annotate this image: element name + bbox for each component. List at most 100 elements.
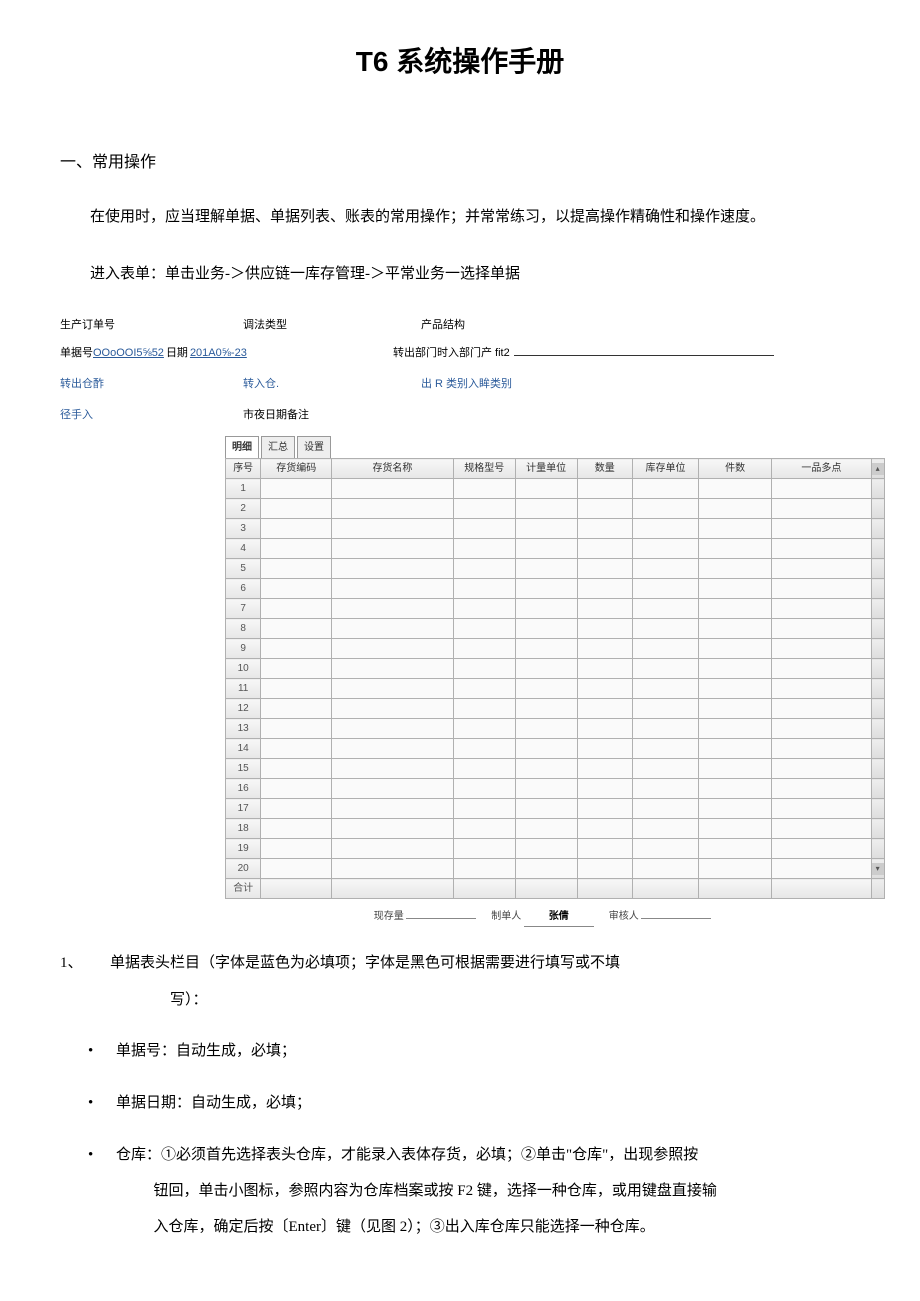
- grid-cell[interactable]: [772, 759, 872, 779]
- grid-cell[interactable]: [453, 479, 515, 499]
- grid-cell[interactable]: [577, 599, 632, 619]
- table-row[interactable]: 20▾: [226, 859, 885, 879]
- grid-cell[interactable]: [772, 719, 872, 739]
- grid-cell[interactable]: [453, 679, 515, 699]
- grid-cell[interactable]: [515, 719, 577, 739]
- grid-cell[interactable]: [577, 819, 632, 839]
- grid-cell[interactable]: [632, 519, 698, 539]
- grid-cell[interactable]: [699, 519, 772, 539]
- grid-cell[interactable]: [261, 799, 332, 819]
- grid-cell[interactable]: [332, 839, 454, 859]
- table-row[interactable]: 11: [226, 679, 885, 699]
- grid-cell[interactable]: [332, 499, 454, 519]
- grid-cell[interactable]: [632, 699, 698, 719]
- grid-cell[interactable]: [261, 839, 332, 859]
- scroll-down-icon[interactable]: ▾: [872, 863, 884, 875]
- grid-cell[interactable]: [515, 679, 577, 699]
- grid-cell[interactable]: [699, 679, 772, 699]
- table-row[interactable]: 3: [226, 519, 885, 539]
- tab-detail[interactable]: 明细: [225, 436, 259, 458]
- grid-cell[interactable]: [772, 479, 872, 499]
- grid-cell[interactable]: [632, 779, 698, 799]
- tab-settings[interactable]: 设置: [297, 436, 331, 458]
- grid-cell[interactable]: [577, 779, 632, 799]
- tab-summary[interactable]: 汇总: [261, 436, 295, 458]
- grid-cell[interactable]: [453, 579, 515, 599]
- grid-cell[interactable]: [577, 739, 632, 759]
- grid-cell[interactable]: [261, 599, 332, 619]
- table-row[interactable]: 10: [226, 659, 885, 679]
- grid-cell[interactable]: [632, 559, 698, 579]
- grid-cell[interactable]: [332, 479, 454, 499]
- grid-cell[interactable]: [261, 699, 332, 719]
- grid-cell[interactable]: [261, 679, 332, 699]
- grid-cell[interactable]: [453, 759, 515, 779]
- scrollbar-track[interactable]: [871, 659, 884, 679]
- grid-cell[interactable]: [515, 659, 577, 679]
- grid-cell[interactable]: [632, 679, 698, 699]
- grid-cell[interactable]: [453, 719, 515, 739]
- grid-cell[interactable]: [577, 479, 632, 499]
- grid-cell[interactable]: [261, 659, 332, 679]
- grid-cell[interactable]: [699, 719, 772, 739]
- scrollbar-track[interactable]: [871, 839, 884, 859]
- grid-cell[interactable]: [577, 659, 632, 679]
- grid-cell[interactable]: [772, 579, 872, 599]
- grid-cell[interactable]: [515, 479, 577, 499]
- transfer-out-dept-input[interactable]: [514, 344, 774, 356]
- grid-cell[interactable]: [577, 679, 632, 699]
- grid-cell[interactable]: [772, 739, 872, 759]
- table-row[interactable]: 19: [226, 839, 885, 859]
- grid-cell[interactable]: [577, 539, 632, 559]
- grid-cell[interactable]: [632, 659, 698, 679]
- grid-cell[interactable]: [772, 499, 872, 519]
- grid-cell[interactable]: [699, 699, 772, 719]
- grid-cell[interactable]: [515, 579, 577, 599]
- table-row[interactable]: 17: [226, 799, 885, 819]
- grid-cell[interactable]: [261, 739, 332, 759]
- grid-cell[interactable]: [772, 559, 872, 579]
- grid-cell[interactable]: [453, 779, 515, 799]
- grid-cell[interactable]: [453, 799, 515, 819]
- grid-cell[interactable]: [699, 759, 772, 779]
- grid-cell[interactable]: [515, 499, 577, 519]
- grid-cell[interactable]: [515, 639, 577, 659]
- doc-no-value[interactable]: OOoOOI5⅝52: [93, 343, 164, 364]
- grid-cell[interactable]: [261, 639, 332, 659]
- grid-cell[interactable]: [772, 619, 872, 639]
- scrollbar-track[interactable]: [871, 799, 884, 819]
- grid-cell[interactable]: [699, 839, 772, 859]
- grid-cell[interactable]: [332, 859, 454, 879]
- grid-cell[interactable]: [772, 839, 872, 859]
- grid-cell[interactable]: [332, 739, 454, 759]
- grid-cell[interactable]: [577, 579, 632, 599]
- grid-cell[interactable]: [632, 579, 698, 599]
- grid-cell[interactable]: [772, 659, 872, 679]
- grid-cell[interactable]: [515, 759, 577, 779]
- grid-cell[interactable]: [261, 539, 332, 559]
- table-row[interactable]: 8: [226, 619, 885, 639]
- grid-cell[interactable]: [515, 779, 577, 799]
- table-row[interactable]: 9: [226, 639, 885, 659]
- grid-cell[interactable]: [261, 579, 332, 599]
- grid-cell[interactable]: [772, 779, 872, 799]
- table-row[interactable]: 6: [226, 579, 885, 599]
- grid-cell[interactable]: [577, 839, 632, 859]
- table-row[interactable]: 18: [226, 819, 885, 839]
- table-row[interactable]: 1: [226, 479, 885, 499]
- scrollbar-track[interactable]: [871, 559, 884, 579]
- table-row[interactable]: 13: [226, 719, 885, 739]
- grid-cell[interactable]: [261, 719, 332, 739]
- grid-cell[interactable]: [699, 799, 772, 819]
- scrollbar-track[interactable]: [871, 779, 884, 799]
- grid-cell[interactable]: [453, 619, 515, 639]
- grid-cell[interactable]: [332, 599, 454, 619]
- grid-cell[interactable]: [699, 779, 772, 799]
- grid-cell[interactable]: [261, 619, 332, 639]
- table-row[interactable]: 16: [226, 779, 885, 799]
- scrollbar-track[interactable]: [871, 739, 884, 759]
- grid-cell[interactable]: [453, 819, 515, 839]
- grid-cell[interactable]: [699, 479, 772, 499]
- date-value[interactable]: 201A0⅝-23: [190, 343, 247, 364]
- grid-cell[interactable]: [699, 599, 772, 619]
